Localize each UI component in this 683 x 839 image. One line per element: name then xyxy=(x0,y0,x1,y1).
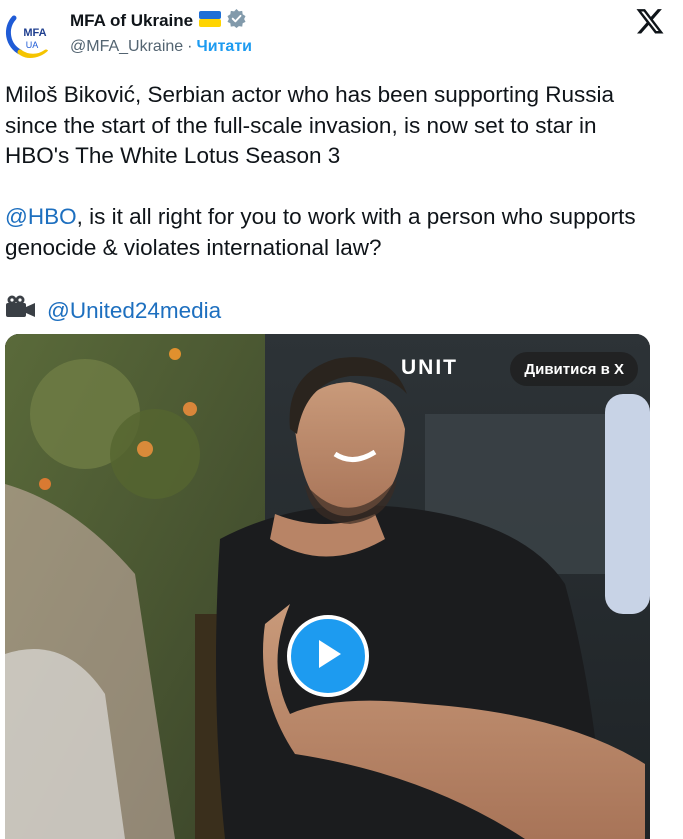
tweet-header: MFA UA MFA of Ukraine @MFA_Ukraine · Чит… xyxy=(0,0,683,70)
x-logo-icon[interactable] xyxy=(635,6,665,36)
mention-hbo[interactable]: @HBO xyxy=(5,204,77,229)
watermark: UNIT xyxy=(401,356,458,379)
play-icon xyxy=(311,636,345,677)
video-thumbnail xyxy=(5,334,650,839)
separator: · xyxy=(187,38,193,55)
tweet-paragraph-2: @HBO, is it all right for you to work wi… xyxy=(5,202,665,263)
svg-text:MFA: MFA xyxy=(23,27,46,39)
play-button[interactable] xyxy=(287,615,369,697)
tweet-paragraph-1: Miloš Biković, Serbian actor who has bee… xyxy=(5,82,615,168)
video-player[interactable]: UNIT Дивитися в X xyxy=(5,334,650,839)
mention-united24[interactable]: @United24media xyxy=(47,296,221,327)
follow-link[interactable]: Читати xyxy=(197,38,252,56)
watch-on-x-button[interactable]: Дивитися в X xyxy=(510,352,638,386)
ukraine-flag-icon xyxy=(199,10,222,32)
author-info: MFA of Ukraine @MFA_Ukraine · Читати xyxy=(70,9,252,58)
tweet-paragraph-2-text: , is it all right for you to work with a… xyxy=(5,204,636,260)
video-camera-icon xyxy=(5,294,37,329)
tweet-text: Miloš Biković, Serbian actor who has bee… xyxy=(5,80,665,328)
verified-badge-icon xyxy=(227,9,246,33)
svg-text:UA: UA xyxy=(26,40,39,50)
mfa-logo: MFA UA xyxy=(4,6,56,58)
avatar[interactable]: MFA UA xyxy=(4,6,56,58)
tweet-credit-line: @United24media xyxy=(5,294,665,329)
display-name[interactable]: MFA of Ukraine xyxy=(70,11,193,31)
handle[interactable]: @MFA_Ukraine xyxy=(70,38,183,56)
